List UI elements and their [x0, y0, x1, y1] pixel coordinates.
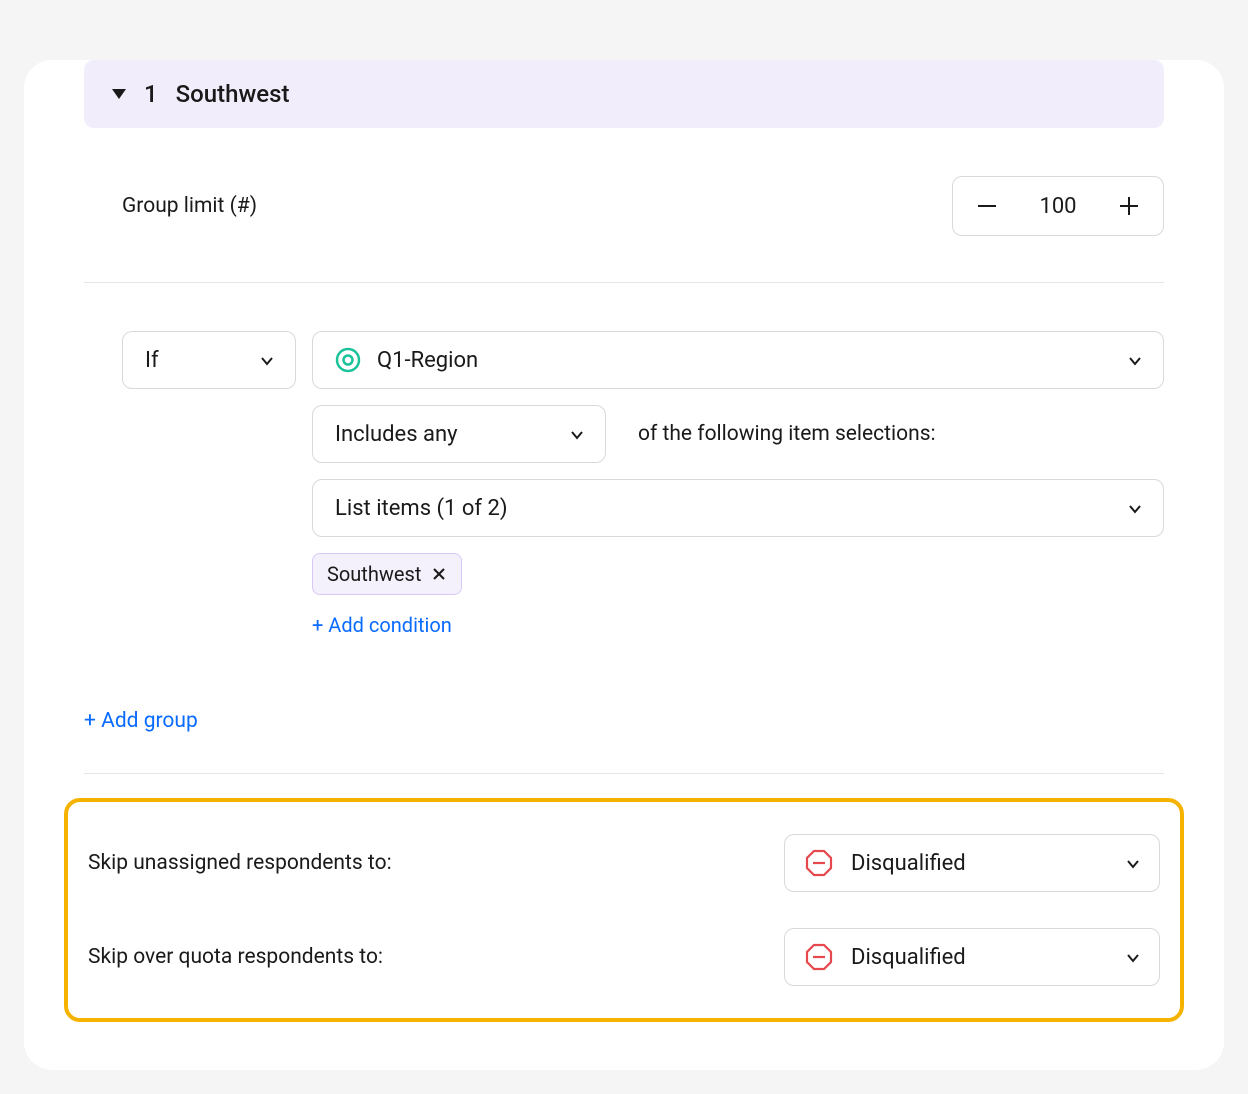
- group-body: Group limit (#) 100 If: [24, 176, 1224, 774]
- caret-down-icon: [112, 89, 126, 99]
- skip-overquota-value: Disqualified: [851, 945, 966, 970]
- radio-icon: [335, 347, 361, 373]
- group-number: 1: [144, 80, 158, 108]
- stepper-value: 100: [1031, 194, 1085, 219]
- chip-remove-button[interactable]: [431, 566, 447, 582]
- skip-overquota-label: Skip over quota respondents to:: [88, 945, 383, 969]
- group-limit-label: Group limit (#): [122, 194, 257, 218]
- chip-label: Southwest: [327, 562, 421, 586]
- question-label: Q1-Region: [377, 348, 478, 373]
- plus-icon: [1118, 195, 1140, 217]
- stepper-increment-button[interactable]: [1113, 190, 1145, 222]
- add-condition-row: + Add condition: [312, 595, 1164, 637]
- comparison-select[interactable]: Includes any: [312, 405, 606, 463]
- logic-operator-label: If: [145, 348, 159, 373]
- chip-row: Southwest: [312, 553, 1164, 595]
- close-icon: [431, 566, 447, 582]
- list-items-select[interactable]: List items (1 of 2): [312, 479, 1164, 537]
- skip-section: Skip unassigned respondents to: Disquali…: [64, 798, 1184, 1022]
- condition-row-3: List items (1 of 2): [312, 479, 1164, 537]
- disqualified-icon: [805, 849, 833, 877]
- chevron-down-icon: [1127, 501, 1141, 515]
- condition-row-1: If Q1-Region: [122, 331, 1164, 389]
- skip-overquota-row: Skip over quota respondents to: Disquali…: [88, 920, 1160, 994]
- skip-unassigned-label: Skip unassigned respondents to:: [88, 851, 392, 875]
- condition-block: If Q1-Region: [84, 331, 1164, 637]
- stepper-decrement-button[interactable]: [971, 190, 1003, 222]
- skip-unassigned-value: Disqualified: [851, 851, 966, 876]
- chevron-down-icon: [259, 353, 273, 367]
- condition-row-2: Includes any of the following item selec…: [312, 405, 1164, 463]
- chevron-down-icon: [1127, 353, 1141, 367]
- add-condition-link[interactable]: + Add condition: [312, 613, 452, 637]
- skip-unassigned-select[interactable]: Disqualified: [784, 834, 1160, 892]
- of-text: of the following item selections:: [638, 422, 936, 446]
- quota-card: 1 Southwest Group limit (#) 100 If: [24, 60, 1224, 1070]
- chevron-down-icon: [1125, 856, 1139, 870]
- logic-operator-select[interactable]: If: [122, 331, 296, 389]
- chevron-down-icon: [1125, 950, 1139, 964]
- divider: [84, 773, 1164, 774]
- group-limit-row: Group limit (#) 100: [84, 176, 1164, 236]
- selection-chip: Southwest: [312, 553, 462, 595]
- add-group-link[interactable]: + Add group: [84, 709, 198, 733]
- divider: [84, 282, 1164, 283]
- comparison-label: Includes any: [335, 422, 458, 447]
- group-title: Southwest: [176, 80, 290, 108]
- skip-overquota-select[interactable]: Disqualified: [784, 928, 1160, 986]
- group-limit-stepper: 100: [952, 176, 1164, 236]
- question-select[interactable]: Q1-Region: [312, 331, 1164, 389]
- chevron-down-icon: [569, 427, 583, 441]
- minus-icon: [976, 195, 998, 217]
- disqualified-icon: [805, 943, 833, 971]
- skip-unassigned-row: Skip unassigned respondents to: Disquali…: [88, 826, 1160, 900]
- group-header[interactable]: 1 Southwest: [84, 60, 1164, 128]
- list-items-label: List items (1 of 2): [335, 496, 508, 521]
